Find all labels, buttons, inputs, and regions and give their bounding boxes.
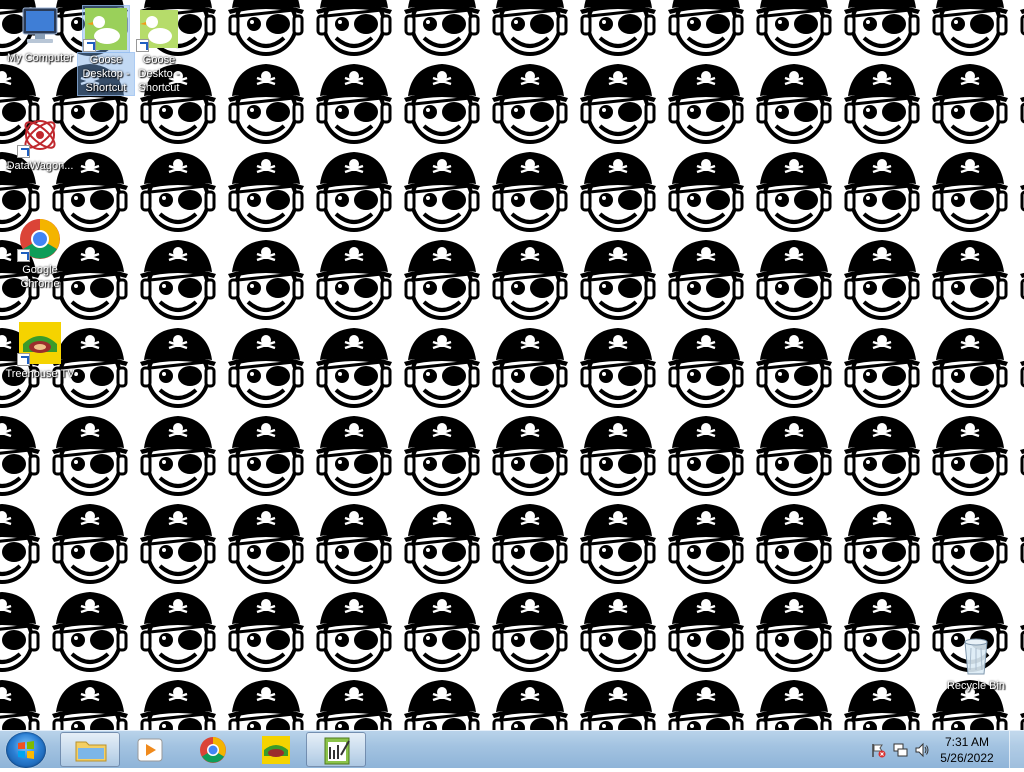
datawagon-shortcut[interactable]: DataWagon... <box>2 112 78 173</box>
desktop[interactable]: My Computer Goose Desktop - Shortcut Goo… <box>0 0 1024 730</box>
start-button[interactable] <box>6 732 46 768</box>
folder-icon <box>75 741 107 762</box>
notepad-taskbar-button[interactable] <box>306 732 366 767</box>
shortcut-arrow-icon <box>17 353 30 366</box>
taskbar: 7:31 AM 5/26/2022 <box>0 730 1024 769</box>
notepad-icon <box>324 737 350 765</box>
chrome-icon <box>200 737 226 763</box>
my-computer-shortcut[interactable]: My Computer <box>2 4 78 65</box>
media-player-icon <box>137 738 163 762</box>
media-player-taskbar-button[interactable] <box>120 732 180 767</box>
datawagon-icon <box>17 112 63 158</box>
shortcut-arrow-icon <box>17 145 30 158</box>
goose-desktop-shortcut-icon <box>82 5 130 53</box>
datawagon-label: DataWagon... <box>6 160 74 172</box>
google-chrome-icon <box>17 216 63 262</box>
clock-date: 5/26/2022 <box>940 751 994 765</box>
windows-logo-icon <box>18 741 34 759</box>
shortcut-arrow-icon <box>83 39 96 52</box>
shortcut-arrow-icon <box>17 249 30 262</box>
clock-time: 7:31 AM <box>944 735 990 749</box>
treehouse-icon <box>262 736 290 764</box>
recycle-bin-icon <box>953 632 999 678</box>
show-desktop-button[interactable] <box>1009 731 1024 769</box>
treehouse-tv-shortcut[interactable]: Treehouse TV <box>2 320 78 381</box>
my-computer-icon <box>17 4 63 50</box>
goose-desktop-shortcut-2-label: Goose Deskto - Shortcut <box>138 54 180 94</box>
goose-desktop-shortcut-2[interactable]: Goose Deskto - Shortcut <box>124 6 194 95</box>
treehouse-tv-label: Treehouse TV <box>5 368 75 380</box>
treehouse-taskbar-button[interactable] <box>246 732 306 767</box>
clock[interactable]: 7:31 AM 5/26/2022 <box>932 734 1002 766</box>
recycle-bin-label: Recycle Bin <box>946 680 1006 692</box>
treehouse-tv-icon <box>17 320 63 366</box>
action-center-flag-icon[interactable] <box>870 742 886 758</box>
google-chrome-label: Google Chrome <box>20 264 60 290</box>
goose-desktop-shortcut-2-icon <box>136 6 182 52</box>
recycle-bin-shortcut[interactable]: Recycle Bin <box>938 632 1014 693</box>
system-tray: 7:31 AM 5/26/2022 <box>864 731 1024 769</box>
chrome-taskbar-button[interactable] <box>183 732 243 767</box>
my-computer-label: My Computer <box>6 52 74 64</box>
google-chrome-shortcut[interactable]: Google Chrome <box>2 216 78 291</box>
volume-icon[interactable] <box>914 742 930 758</box>
network-icon[interactable] <box>892 742 908 758</box>
explorer-taskbar-button[interactable] <box>60 732 120 767</box>
wallpaper <box>0 0 1024 730</box>
shortcut-arrow-icon <box>136 39 149 52</box>
